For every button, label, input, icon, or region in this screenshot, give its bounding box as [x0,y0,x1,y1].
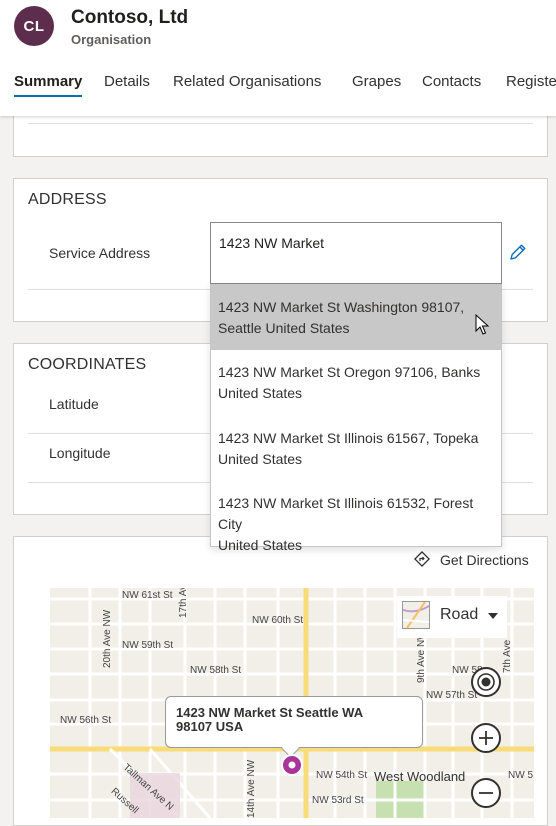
suggestion-line-2: Seattle United States [218,320,350,336]
tab-grapes[interactable]: Grapes [352,73,401,90]
suggestion-line-1: 1423 NW Market St Washington 98107, [218,299,465,315]
location-callout: 1423 NW Market St Seattle WA 98107 USA [165,696,423,748]
plus-icon [479,731,493,745]
previous-section [13,115,548,157]
street-label: 9th Ave NW [416,630,427,683]
callout-line-2: 98107 USA [176,719,244,734]
suggestion-item[interactable]: 1423 NW Market St Illinois 61532, Forest… [211,482,501,553]
address-section-title: ADDRESS [28,191,107,208]
suggestion-item[interactable]: 1423 NW Market St Washington 98107, Seat… [211,285,501,350]
tab-contacts[interactable]: Contacts [422,73,481,90]
chevron-down-icon [488,613,498,619]
map-style-selector[interactable]: Road [397,596,507,638]
street-label: NW 57th St [426,690,478,701]
tab-related-organisations[interactable]: Related Organisations [173,73,321,90]
section-divider [28,123,533,124]
map-section: Get Directions NW 61st St NW 60th St NW … [13,536,548,826]
suggestion-line-2: United States [218,385,303,401]
street-label: NW 58th St [190,665,242,676]
suggestion-item[interactable]: 1423 NW Market St Illinois 61567, Topeka… [211,416,501,482]
map-style-label: Road [440,606,479,623]
street-label: 14th Ave NW [246,759,257,818]
address-suggestions-dropdown: 1423 NW Market St Washington 98107, Seat… [210,284,502,553]
target-icon [477,673,495,691]
street-label: 20th Ave NW [102,609,113,668]
latitude-label: Latitude [49,396,99,412]
zoom-out-button[interactable] [471,778,501,808]
street-label: NW 61st St [122,590,173,601]
suggestion-line-1: 1423 NW Market St Oregon 97106, Banks [218,364,481,380]
avatar: CL [14,6,54,46]
location-pin-icon[interactable] [281,754,303,776]
locate-me-button[interactable] [471,667,501,697]
callout-line-1: 1423 NW Market St Seattle WA [176,705,364,720]
street-label: NW 59th St [122,640,174,651]
street-label: West Woodland [374,769,466,784]
record-title: Contoso, Ltd [71,7,189,28]
street-label: NW 5 [508,770,533,781]
suggestion-line-1: 1423 NW Market St Illinois 61532, Forest… [218,495,474,532]
suggestion-line-2: United States [218,451,303,467]
street-label: 17th Ave [178,588,189,618]
street-label: NW 56th St [60,715,112,726]
service-address-value: 1423 NW Market [219,235,325,251]
suggestion-item[interactable]: 1423 NW Market St Oregon 97106, Banks Un… [211,350,501,416]
record-header: CL Contoso, Ltd Organisation Summary Det… [0,0,556,116]
suggestion-line-1: 1423 NW Market St Illinois 61567, Topeka [218,430,479,446]
road-map-icon [402,601,430,629]
longitude-label: Longitude [49,445,111,461]
street-label: NW 60th St [252,615,304,626]
street-label: 7th Ave [502,639,513,673]
street-label: NW 53rd St [312,795,364,806]
tab-registe[interactable]: Registe [506,73,556,90]
service-address-label: Service Address [49,245,151,261]
mouse-cursor-icon [475,314,490,335]
tab-summary[interactable]: Summary [14,73,83,97]
tab-details[interactable]: Details [104,73,150,90]
zoom-in-button[interactable] [471,723,501,753]
street-label: NW 54th St [316,770,368,781]
suggestion-line-2: United States [218,537,303,553]
service-address-input[interactable]: 1423 NW Market [210,222,502,284]
map-canvas[interactable]: NW 61st St NW 60th St NW 59th St NW 58th… [50,588,534,818]
coordinates-section-title: COORDINATES [28,356,147,373]
pencil-icon[interactable] [508,242,528,262]
record-type: Organisation [71,32,152,47]
minus-icon [479,792,493,794]
